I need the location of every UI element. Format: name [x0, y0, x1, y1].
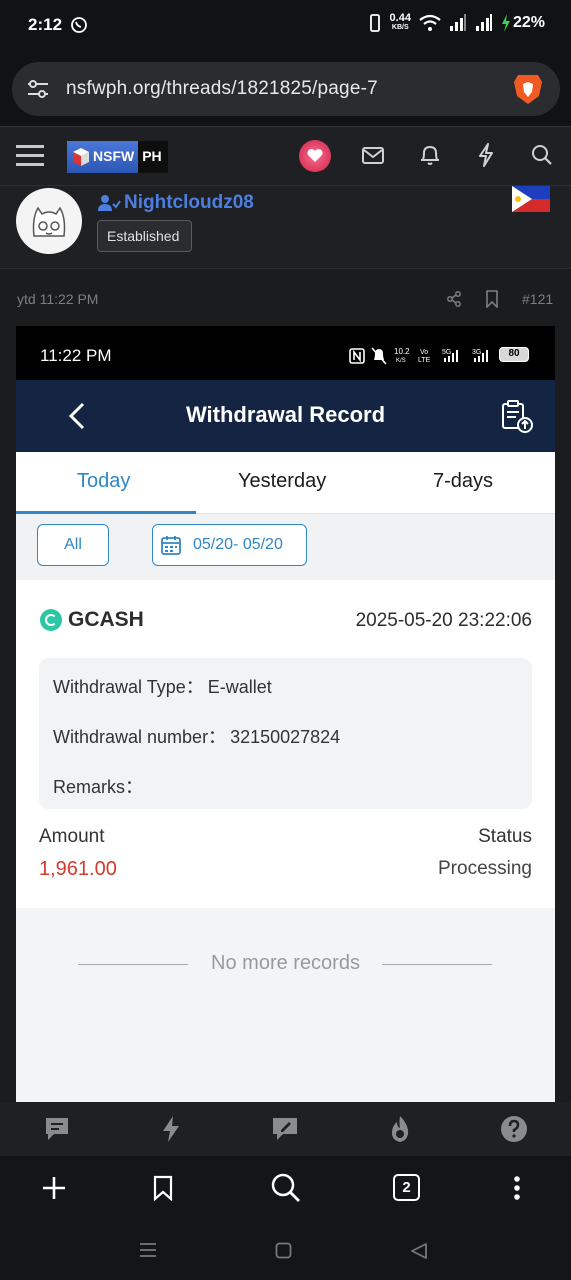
- attached-screenshot[interactable]: 11:22 PM 10.2 K/S Vo LTE 5G 3G 80 Withdrawal …: [16, 326, 555, 1102]
- filter-all-button[interactable]: All: [37, 524, 109, 566]
- whatsapp-icon: [71, 17, 87, 33]
- record-details: Withdrawal Type： E-wallet Withdrawal numb…: [39, 658, 532, 809]
- inbox-icon[interactable]: [362, 147, 384, 164]
- battery-percent: 22%: [512, 14, 545, 31]
- address-bar[interactable]: nsfwph.org/threads/1821825/page-7: [12, 62, 560, 116]
- nfc-icon: [349, 348, 365, 364]
- fire-icon[interactable]: [387, 1114, 413, 1144]
- home-icon[interactable]: [275, 1242, 292, 1259]
- help-icon[interactable]: [500, 1115, 528, 1143]
- tab-yesterday[interactable]: Yesterday: [238, 470, 326, 493]
- network-speed: 0.44 KB/S: [389, 12, 411, 32]
- whats-new-icon[interactable]: [477, 143, 495, 167]
- gcash-logo-icon: [40, 609, 62, 631]
- menu-icon[interactable]: [16, 143, 44, 167]
- browser-toolbar: nsfwph.org/threads/1821825/page-7: [0, 52, 571, 126]
- screenshot-status-bar: 11:22 PM 10.2 K/S Vo LTE 5G 3G 80: [16, 326, 555, 380]
- bookmark-icon[interactable]: [485, 290, 499, 308]
- svg-text:LTE: LTE: [418, 357, 431, 364]
- new-tab-plus-icon[interactable]: [42, 1176, 66, 1200]
- user-status-icon: [98, 195, 121, 211]
- date-tabs: Today Yesterday 7-days: [16, 452, 555, 514]
- share-icon[interactable]: [446, 291, 462, 307]
- post-meta: ytd 11:22 PM #121: [0, 268, 571, 326]
- record-datetime: 2025-05-20 23:22:06: [355, 610, 532, 631]
- tab-switcher-button[interactable]: 2: [393, 1174, 420, 1201]
- status-time: 2:12: [28, 15, 63, 34]
- status-bar: 2:12 0.44 KB/S 22%: [0, 0, 571, 52]
- wifi-icon: [419, 14, 441, 31]
- browser-bottom-bar: 2: [0, 1156, 571, 1220]
- withdrawal-number-row: Withdrawal number： 32150027824: [53, 727, 341, 747]
- amount-label: Amount: [39, 826, 105, 847]
- site-settings-icon[interactable]: [26, 78, 50, 100]
- forum-bottom-bar: [0, 1102, 571, 1156]
- user-rank-badge: Established: [97, 220, 192, 252]
- username-link[interactable]: Nightcloudz08: [124, 192, 254, 214]
- vibrate-icon: [369, 14, 380, 32]
- lightning-icon[interactable]: [160, 1115, 182, 1143]
- svg-text:Vo: Vo: [420, 349, 428, 356]
- hearts-button[interactable]: [299, 140, 331, 172]
- amount-value: 1,961.00: [39, 858, 117, 880]
- withdrawal-type-row: Withdrawal Type： E-wallet: [53, 677, 272, 697]
- post-number[interactable]: #121: [522, 291, 553, 307]
- divider-right: [382, 964, 492, 965]
- status-value: Processing: [438, 858, 532, 879]
- brave-lion-icon[interactable]: [512, 72, 544, 106]
- date-range-text: 05/20- 05/20: [193, 536, 283, 553]
- tab-7-days[interactable]: 7-days: [433, 470, 493, 493]
- bookmarks-icon[interactable]: [153, 1175, 173, 1201]
- svg-text:5G: 5G: [442, 349, 451, 356]
- provider-name: GCASH: [40, 608, 144, 632]
- filter-row: All 05/20- 05/20: [16, 514, 555, 580]
- back-icon[interactable]: [410, 1242, 428, 1260]
- forum-header: NSFW PH: [0, 126, 571, 186]
- status-label: Status: [478, 826, 532, 847]
- bell-icon[interactable]: [420, 144, 440, 166]
- screenshot-status-time: 11:22 PM: [40, 346, 112, 365]
- svg-text:10.2: 10.2: [394, 347, 410, 356]
- recent-apps-icon[interactable]: [138, 1242, 158, 1258]
- screenshot-page-title: Withdrawal Record: [185, 402, 386, 427]
- date-range-button[interactable]: 05/20- 05/20: [152, 524, 307, 566]
- mute-bell-icon: [371, 347, 387, 365]
- svg-text:K/S: K/S: [396, 358, 406, 364]
- cat-avatar-icon: [32, 206, 66, 237]
- more-options-icon[interactable]: [512, 1175, 522, 1201]
- logo-text-left: NSFW: [93, 148, 135, 164]
- screenshot-battery: 80: [499, 347, 529, 362]
- remarks-row: Remarks：: [53, 777, 144, 797]
- philippines-flag-icon: [512, 186, 550, 212]
- calendar-icon: [161, 536, 181, 555]
- withdrawal-record-card[interactable]: GCASH 2025-05-20 23:22:06 Withdrawal Typ…: [16, 580, 555, 908]
- browser-search-icon[interactable]: [271, 1173, 301, 1203]
- chat-icon[interactable]: [44, 1116, 70, 1142]
- site-logo[interactable]: NSFW PH: [67, 141, 168, 173]
- logo-text-right: PH: [142, 148, 162, 164]
- charging-icon: [501, 14, 510, 32]
- heart-icon: [307, 149, 323, 162]
- svg-text:3G: 3G: [472, 349, 481, 356]
- post-time[interactable]: ytd 11:22 PM: [17, 291, 98, 307]
- logo-shield-icon: [73, 148, 89, 166]
- signal-icon-2: [475, 14, 492, 31]
- system-nav-bar: [0, 1220, 571, 1280]
- edit-note-icon[interactable]: [271, 1116, 299, 1142]
- tab-today[interactable]: Today: [77, 470, 130, 493]
- search-icon[interactable]: [531, 144, 553, 166]
- user-avatar[interactable]: [16, 188, 82, 254]
- post-user-block: Nightcloudz08 Established: [0, 186, 571, 268]
- url-text[interactable]: nsfwph.org/threads/1821825/page-7: [66, 78, 378, 100]
- network-indicators-icon: 10.2 K/S VoLTE 5G 3G: [394, 347, 488, 364]
- screenshot-app-header: Withdrawal Record: [16, 380, 555, 452]
- clipboard-upload-icon[interactable]: [500, 400, 534, 434]
- signal-icon-1: [449, 14, 466, 31]
